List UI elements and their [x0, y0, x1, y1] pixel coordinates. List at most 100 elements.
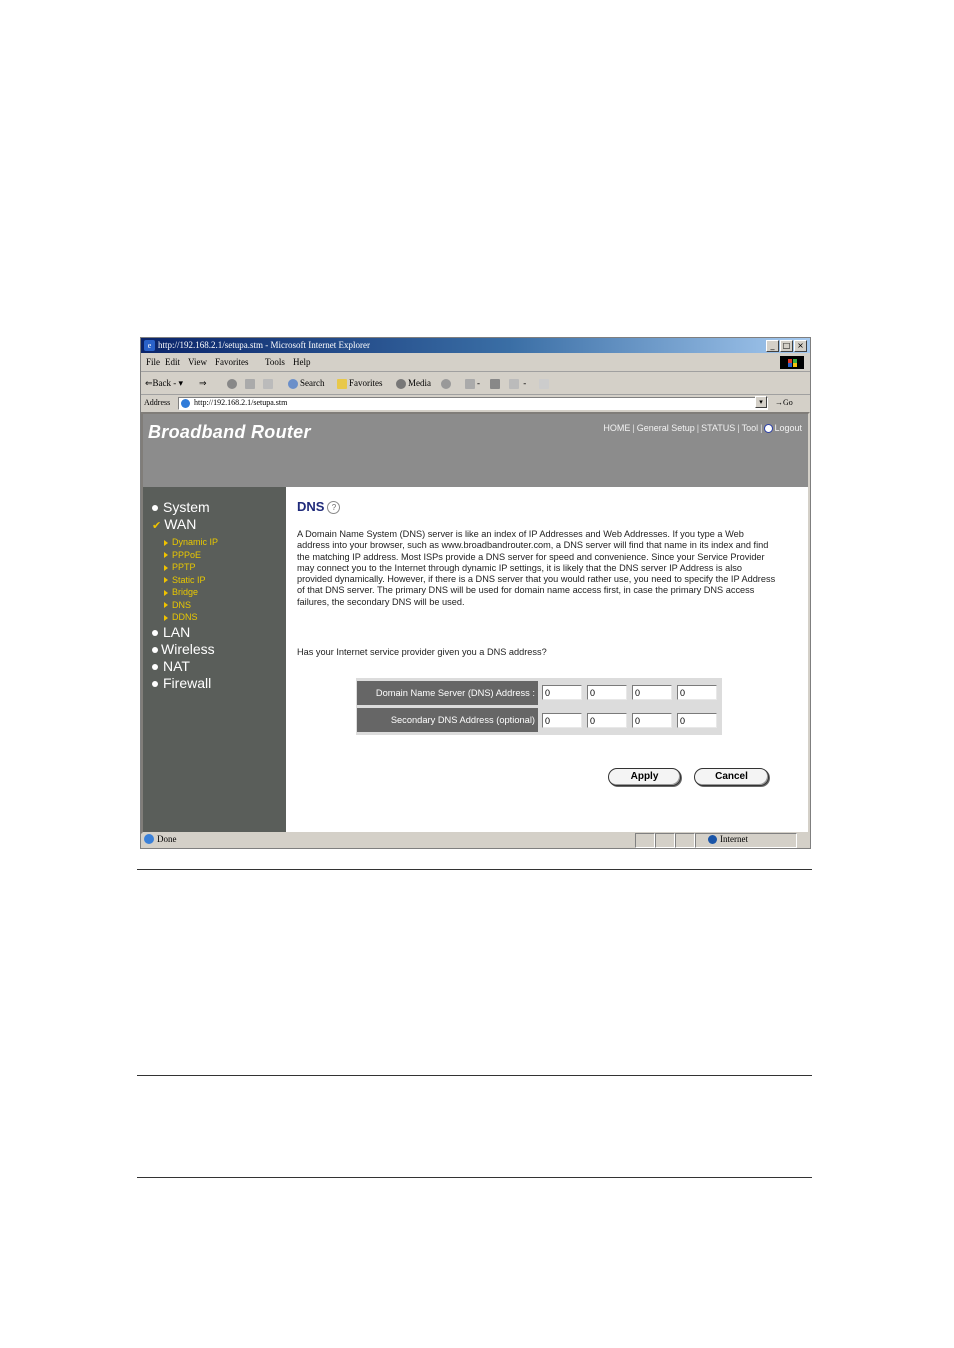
- close-button[interactable]: ×: [794, 340, 807, 352]
- logout-link[interactable]: Logout: [764, 423, 802, 434]
- sidebar-item-firewall[interactable]: Firewall: [152, 675, 211, 691]
- page-viewport: Broadband Router HOME | General Setup | STAT…: [141, 412, 810, 834]
- submenu-static-ip[interactable]: Static IP: [164, 575, 206, 585]
- media-button[interactable]: Media: [396, 372, 431, 394]
- media-icon: [396, 378, 406, 389]
- secondary-dns-octet-4[interactable]: 0: [677, 713, 717, 728]
- submenu-pptp[interactable]: PPTP: [164, 562, 196, 572]
- internet-zone-icon: [708, 835, 717, 845]
- dns-question: Has your Internet service provider given…: [297, 647, 547, 657]
- divider-line: [137, 869, 812, 870]
- mail-icon[interactable]: -: [465, 372, 480, 394]
- arrow-right-icon: [164, 602, 168, 609]
- menu-tools[interactable]: Tools: [265, 354, 285, 371]
- toolbar: ⇐Back - ▾ ⇒ Search Favorites Media - -: [141, 372, 810, 395]
- primary-dns-octet-4[interactable]: 0: [677, 685, 717, 700]
- media-label: Media: [408, 378, 431, 388]
- back-button[interactable]: ⇐Back - ▾: [145, 372, 183, 394]
- stop-icon[interactable]: [227, 372, 239, 394]
- menu-favorites[interactable]: Favorites: [215, 354, 249, 371]
- history-icon[interactable]: [441, 372, 453, 394]
- search-button[interactable]: Search: [288, 372, 325, 394]
- discuss-icon[interactable]: [539, 372, 551, 394]
- sidebar-item-label: Firewall: [163, 675, 212, 691]
- primary-dns-label: Domain Name Server (DNS) Address :: [357, 681, 538, 705]
- menu-help[interactable]: Help: [293, 354, 311, 371]
- arrow-right-icon: [164, 577, 168, 584]
- submenu-label: Dynamic IP: [172, 537, 219, 547]
- submenu-dns[interactable]: DNS: [164, 600, 191, 610]
- secondary-dns-octet-2[interactable]: 0: [587, 713, 627, 728]
- favorites-button[interactable]: Favorites: [337, 372, 383, 394]
- sidebar-item-label: Wireless: [161, 641, 215, 657]
- sidebar-item-nat[interactable]: NAT: [152, 658, 190, 674]
- secondary-dns-octet-1[interactable]: 0: [542, 713, 582, 728]
- primary-dns-octet-3[interactable]: 0: [632, 685, 672, 700]
- sidebar-item-wan[interactable]: ✔ WAN: [152, 516, 196, 532]
- router-banner: Broadband Router HOME | General Setup | STAT…: [143, 414, 808, 487]
- logout-label: Logout: [774, 423, 802, 433]
- nav-home[interactable]: HOME: [603, 423, 630, 433]
- arrow-right-icon: [164, 589, 168, 596]
- divider-line: [137, 1075, 812, 1076]
- secondary-dns-octet-3[interactable]: 0: [632, 713, 672, 728]
- home-icon[interactable]: [263, 372, 275, 394]
- forward-button[interactable]: ⇒: [199, 372, 207, 394]
- menu-edit[interactable]: Edit: [165, 354, 180, 371]
- back-dropdown-icon: ▾: [178, 378, 184, 388]
- primary-dns-octet-1[interactable]: 0: [542, 685, 582, 700]
- sidebar-item-wireless[interactable]: Wireless: [152, 641, 215, 657]
- address-url: http://192.168.2.1/setupa.stm: [194, 398, 288, 407]
- page-done-icon: [144, 834, 154, 844]
- bullet-icon: [152, 681, 158, 688]
- address-label: Address: [144, 398, 171, 407]
- sidebar-item-system[interactable]: System: [152, 499, 210, 515]
- sidebar-item-label: LAN: [163, 624, 191, 640]
- nav-general-setup[interactable]: General Setup: [637, 423, 695, 433]
- search-label: Search: [300, 378, 325, 388]
- page-title: DNS?: [297, 499, 341, 515]
- menu-view[interactable]: View: [188, 354, 207, 371]
- divider-line: [137, 1177, 812, 1178]
- favorites-label: Favorites: [349, 378, 383, 388]
- page-icon: [181, 399, 190, 408]
- go-label: Go: [783, 398, 793, 407]
- maximize-button[interactable]: □: [780, 340, 793, 352]
- search-icon: [288, 378, 298, 389]
- security-zone: Internet: [708, 831, 748, 848]
- sidebar-item-lan[interactable]: LAN: [152, 624, 190, 640]
- edit-icon[interactable]: -: [509, 372, 526, 394]
- address-bar: Address http://192.168.2.1/setupa.stm ▾ …: [141, 395, 810, 411]
- cancel-button[interactable]: Cancel: [694, 768, 769, 786]
- submenu-pppoe[interactable]: PPPoE: [164, 550, 201, 560]
- arrow-right-icon: [164, 539, 168, 546]
- help-icon[interactable]: ?: [327, 501, 341, 515]
- submenu-label: Bridge: [172, 587, 199, 597]
- submenu-label: Static IP: [172, 574, 206, 585]
- submenu-ddns[interactable]: DDNS: [164, 612, 198, 622]
- submenu-bridge[interactable]: Bridge: [164, 587, 198, 597]
- title-bar: e http://192.168.2.1/setupa.stm - Micros…: [141, 338, 810, 353]
- refresh-icon[interactable]: [245, 372, 257, 394]
- address-dropdown-icon[interactable]: ▾: [755, 396, 767, 408]
- nav-tool[interactable]: Tool: [742, 423, 759, 433]
- router-brand: Broadband Router: [148, 422, 311, 442]
- apply-button[interactable]: Apply: [608, 768, 681, 786]
- zone-label: Internet: [720, 834, 748, 844]
- minimize-button[interactable]: _: [766, 340, 779, 352]
- go-button[interactable]: →Go: [775, 395, 793, 411]
- menu-file[interactable]: File: [146, 354, 160, 371]
- nav-status[interactable]: STATUS: [701, 423, 735, 433]
- sidebar-item-label: WAN: [164, 516, 197, 532]
- secondary-dns-label: Secondary DNS Address (optional): [357, 708, 538, 732]
- primary-dns-octet-2[interactable]: 0: [587, 685, 627, 700]
- submenu-label: DDNS: [172, 612, 198, 622]
- arrow-right-icon: [164, 552, 168, 559]
- sidebar: System ✔ WAN Dynamic IP PPPoE PPTP Static…: [143, 487, 286, 832]
- submenu-dynamic-ip[interactable]: Dynamic IP: [164, 537, 218, 547]
- print-icon[interactable]: [490, 372, 502, 394]
- status-pane: [635, 833, 655, 848]
- bullet-icon: [152, 664, 158, 671]
- address-input[interactable]: http://192.168.2.1/setupa.stm: [178, 397, 768, 410]
- status-bar: Done Internet: [141, 831, 810, 848]
